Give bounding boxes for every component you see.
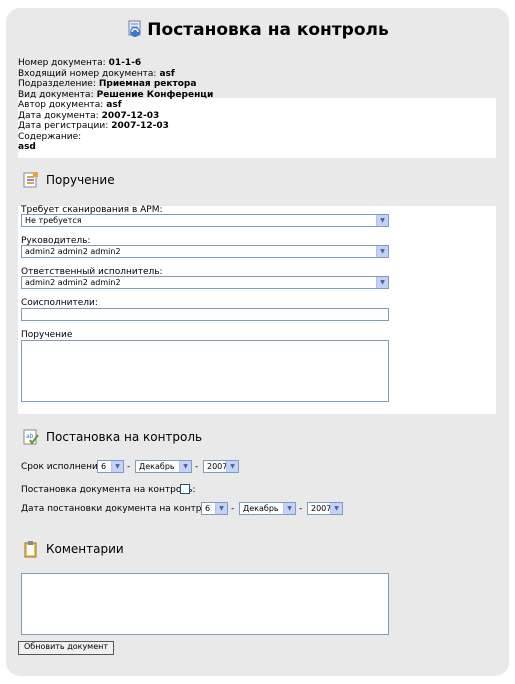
order-label: Поручение xyxy=(21,330,73,340)
dash-separator: - xyxy=(195,462,199,472)
deadline-month-select[interactable]: Декабрь ▼ xyxy=(135,460,192,473)
info-row-content-value: asd xyxy=(18,142,36,152)
deadline-day-select[interactable]: 6 ▼ xyxy=(97,460,124,473)
control-date-label: Дата постановки документа на контроль: xyxy=(21,504,222,514)
info-row-doc-type: Вид документа: Решение Конференци xyxy=(18,89,214,100)
scan-select[interactable]: Не требуется ▼ xyxy=(21,214,389,227)
control-check-icon: ab xyxy=(23,429,39,445)
dash-separator: - xyxy=(299,504,303,514)
chevron-down-icon: ▼ xyxy=(283,503,295,514)
page-title: Постановка на контроль xyxy=(0,20,515,40)
info-row-number: Номер документа: 01-1-6 xyxy=(18,58,142,68)
chevron-down-icon: ▼ xyxy=(226,461,238,472)
dash-separator: - xyxy=(127,462,131,472)
info-row-department: Подразделение: Приемная ректора xyxy=(18,79,197,89)
document-refresh-icon xyxy=(128,20,141,37)
control-month-select[interactable]: Декабрь ▼ xyxy=(239,502,296,515)
control-year-select[interactable]: 2007 ▼ xyxy=(307,502,343,515)
info-row-content-label: Содержание: xyxy=(18,131,82,142)
put-on-control-label: Постановка документа на контроль: xyxy=(21,485,196,495)
svg-text:ab: ab xyxy=(26,433,34,440)
manager-select[interactable]: admin2 admin2 admin2 ▼ xyxy=(21,245,389,258)
section-comments-header: Коментарии xyxy=(22,540,124,558)
chevron-down-icon: ▼ xyxy=(215,503,227,514)
executor-select[interactable]: admin2 admin2 admin2 ▼ xyxy=(21,276,389,289)
dash-separator: - xyxy=(231,504,235,514)
chevron-down-icon: ▼ xyxy=(179,461,191,472)
comments-textarea[interactable] xyxy=(21,573,389,635)
deadline-label: Срок исполнения: xyxy=(21,462,107,472)
coexecutors-label: Соисполнители: xyxy=(21,298,98,308)
info-row-doc-date: Дата документа: 2007-12-03 xyxy=(18,110,160,121)
info-row-reg-date: Дата регистрации: 2007-12-03 xyxy=(18,121,169,131)
chevron-down-icon: ▼ xyxy=(330,503,342,514)
chevron-down-icon: ▼ xyxy=(376,215,388,226)
control-day-select[interactable]: 6 ▼ xyxy=(201,502,228,515)
clipboard-icon xyxy=(24,541,37,558)
chevron-down-icon: ▼ xyxy=(376,277,388,288)
update-document-button[interactable]: Обновить документ xyxy=(18,641,115,655)
document-info: Номер документа: 01-1-6 Входящий номер до… xyxy=(18,58,496,153)
deadline-year-select[interactable]: 2007 ▼ xyxy=(203,460,239,473)
info-row-incoming-number: Входящий номер документа: asf xyxy=(18,68,175,79)
put-on-control-checkbox[interactable] xyxy=(180,484,190,494)
section-order-header: Поручение xyxy=(22,171,115,189)
task-list-icon xyxy=(23,172,38,188)
chevron-down-icon: ▼ xyxy=(376,246,388,257)
order-textarea[interactable] xyxy=(21,340,389,402)
coexecutors-input[interactable] xyxy=(21,308,389,321)
section-control-header: ab Постановка на контроль xyxy=(22,428,202,446)
info-row-author: Автор документа: asf xyxy=(18,100,122,110)
chevron-down-icon: ▼ xyxy=(111,461,123,472)
